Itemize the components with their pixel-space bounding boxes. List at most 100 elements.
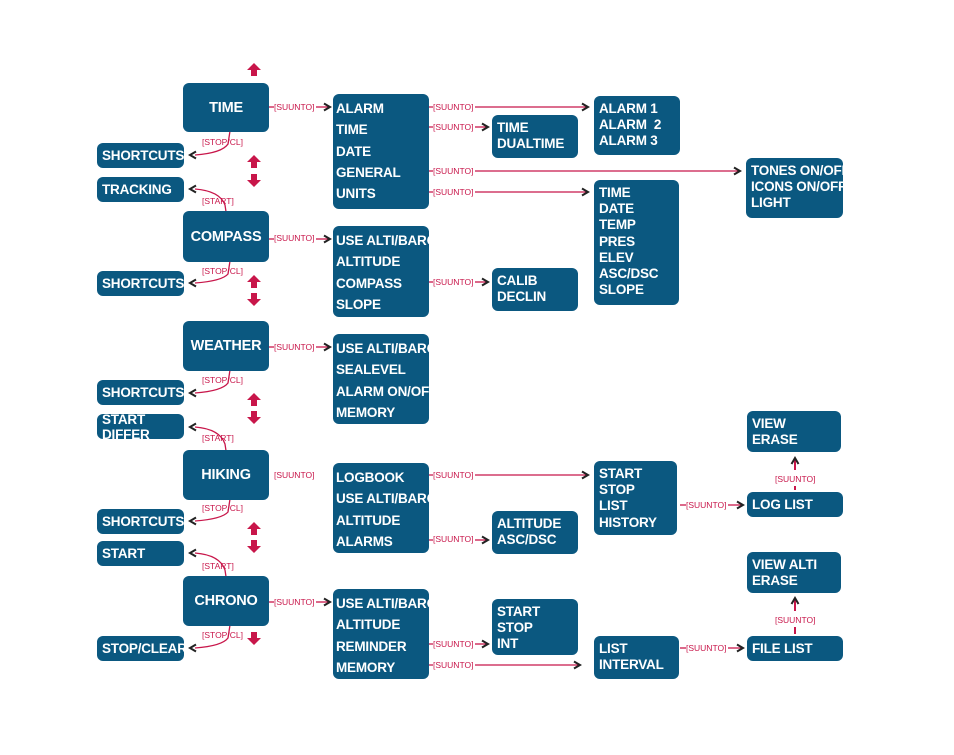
connector-label-suunto: [SUUNTO] bbox=[686, 500, 727, 510]
mode-compass[interactable]: COMPASS bbox=[183, 211, 269, 262]
submenu-item[interactable]: INTERVAL bbox=[599, 657, 679, 673]
submenu-general: TONES ON/OFF ICONS ON/OFF LIGHT bbox=[746, 158, 850, 218]
side-compass-shortcuts[interactable]: SHORTCUTS bbox=[97, 271, 184, 296]
connector-label-start: [START] bbox=[202, 561, 234, 571]
connector-label-suunto: [SUUNTO] bbox=[274, 342, 315, 352]
submenu-log-list[interactable]: LOG LIST bbox=[747, 492, 843, 517]
menu-item-logbook[interactable]: LOGBOOK bbox=[336, 467, 429, 488]
side-stop-clear[interactable]: STOP/CLEAR bbox=[97, 636, 187, 661]
submenu-item[interactable]: ASC/DSC bbox=[497, 532, 578, 548]
arrow-up-icon bbox=[247, 393, 261, 406]
side-tracking[interactable]: TRACKING bbox=[97, 177, 184, 202]
submenu-item[interactable]: LIGHT bbox=[751, 195, 843, 211]
submenu-item[interactable]: VIEW bbox=[752, 416, 841, 432]
submenu-file-list[interactable]: FILE LIST bbox=[747, 636, 843, 661]
submenu-item[interactable]: LIST bbox=[599, 498, 677, 514]
submenu-item[interactable]: STOP bbox=[599, 482, 677, 498]
connector-label-suunto: [SUUNTO] bbox=[775, 474, 816, 484]
menu-item-alarms[interactable]: ALARMS bbox=[336, 531, 429, 552]
side-label: SHORTCUTS bbox=[102, 148, 185, 163]
side-hiking-shortcuts[interactable]: SHORTCUTS bbox=[97, 509, 184, 534]
menu-item-use-alti-baro[interactable]: USE ALTI/BARO bbox=[336, 338, 437, 359]
connector-label-suunto: [SUUNTO] bbox=[433, 102, 474, 112]
submenu-item[interactable]: DUALTIME bbox=[497, 136, 578, 152]
connector-label-stop-cl: [STOP/CL] bbox=[202, 630, 243, 640]
submenu-item[interactable]: DATE bbox=[599, 201, 679, 217]
connector-label-suunto: [SUUNTO] bbox=[433, 470, 474, 480]
submenu-item[interactable]: ASC/DSC bbox=[599, 266, 679, 282]
submenu-item[interactable]: ALARM 2 bbox=[599, 117, 680, 133]
submenu-item[interactable]: DECLIN bbox=[497, 289, 578, 305]
arrow-down-icon bbox=[247, 293, 261, 306]
menu-item-altitude[interactable]: ALTITUDE bbox=[336, 251, 429, 272]
connector-label-stop-cl: [STOP/CL] bbox=[202, 375, 243, 385]
submenu-item[interactable]: ERASE bbox=[752, 432, 841, 448]
submenu-file-view: VIEW ALTI ERASE bbox=[747, 552, 841, 593]
submenu-item[interactable]: ALTITUDE bbox=[497, 516, 578, 532]
menu-item-use-alti-baro[interactable]: USE ALTI/BARO bbox=[336, 488, 437, 509]
mode-weather[interactable]: WEATHER bbox=[183, 321, 269, 371]
connector-label-suunto: [SUUNTO] bbox=[433, 277, 474, 287]
side-label: SHORTCUTS bbox=[102, 276, 185, 291]
submenu-item[interactable]: CALIB bbox=[497, 273, 578, 289]
submenu-item[interactable]: VIEW ALTI bbox=[752, 557, 841, 573]
menu-item-time[interactable]: TIME bbox=[336, 119, 429, 140]
menu-compass: USE ALTI/BARO ALTITUDE COMPASS SLOPE bbox=[333, 226, 437, 317]
menu-time: ALARM TIME DATE GENERAL UNITS bbox=[333, 94, 429, 209]
submenu-item[interactable]: START bbox=[497, 604, 578, 620]
connector-label-start: [START] bbox=[202, 196, 234, 206]
arrow-up-icon bbox=[247, 63, 261, 76]
menu-item-compass[interactable]: COMPASS bbox=[336, 273, 429, 294]
submenu-item[interactable]: LIST bbox=[599, 641, 679, 657]
arrow-down-icon bbox=[247, 540, 261, 553]
submenu-item: FILE LIST bbox=[752, 641, 813, 656]
submenu-item[interactable]: ICONS ON/OFF bbox=[751, 179, 846, 195]
side-label: TRACKING bbox=[102, 182, 172, 197]
menu-item-alarm[interactable]: ALARM bbox=[336, 98, 429, 119]
menu-hiking: LOGBOOK USE ALTI/BARO ALTITUDE ALARMS bbox=[333, 463, 437, 553]
connector-label-suunto: [SUUNTO] bbox=[274, 233, 315, 243]
menu-item-units[interactable]: UNITS bbox=[336, 183, 429, 204]
submenu-item[interactable]: STOP bbox=[497, 620, 578, 636]
mode-label: CHRONO bbox=[194, 593, 258, 609]
connector-label-suunto: [SUUNTO] bbox=[274, 102, 315, 112]
submenu-item[interactable]: ERASE bbox=[752, 573, 841, 589]
submenu-item[interactable]: TONES ON/OFF bbox=[751, 163, 850, 179]
submenu-item[interactable]: TIME bbox=[599, 185, 679, 201]
side-weather-shortcuts[interactable]: SHORTCUTS bbox=[97, 380, 184, 405]
connector-label-suunto: [SUUNTO] bbox=[433, 534, 474, 544]
submenu-memory: LIST INTERVAL bbox=[594, 636, 679, 679]
submenu-item[interactable]: ALARM 1 bbox=[599, 101, 680, 117]
submenu-item[interactable]: TIME bbox=[497, 120, 578, 136]
menu-item-alarm-on-off[interactable]: ALARM ON/OFF bbox=[336, 381, 437, 402]
submenu-item[interactable]: HISTORY bbox=[599, 515, 677, 531]
menu-item-use-alti-baro[interactable]: USE ALTI/BARO bbox=[336, 230, 437, 251]
menu-item-reminder[interactable]: REMINDER bbox=[336, 636, 429, 657]
menu-item-altitude[interactable]: ALTITUDE bbox=[336, 510, 429, 531]
submenu-item[interactable]: ELEV bbox=[599, 250, 679, 266]
menu-weather: USE ALTI/BARO SEALEVEL ALARM ON/OFF MEMO… bbox=[333, 334, 437, 424]
menu-item-use-alti-baro[interactable]: USE ALTI/BARO bbox=[336, 593, 437, 614]
mode-hiking[interactable]: HIKING bbox=[183, 450, 269, 500]
menu-item-memory[interactable]: MEMORY bbox=[336, 657, 429, 678]
mode-label: COMPASS bbox=[190, 228, 262, 245]
submenu-item[interactable]: INT bbox=[497, 636, 578, 652]
side-start[interactable]: START bbox=[97, 541, 184, 566]
menu-item-general[interactable]: GENERAL bbox=[336, 162, 429, 183]
side-time-shortcuts[interactable]: SHORTCUTS bbox=[97, 143, 184, 168]
menu-item-sealevel[interactable]: SEALEVEL bbox=[336, 359, 429, 380]
submenu-item[interactable]: SLOPE bbox=[599, 282, 679, 298]
mode-chrono[interactable]: CHRONO bbox=[183, 576, 269, 626]
connector-label-suunto: [SUUNTO] bbox=[274, 597, 315, 607]
submenu-item[interactable]: ALARM 3 bbox=[599, 133, 680, 149]
menu-item-memory[interactable]: MEMORY bbox=[336, 402, 429, 423]
mode-time[interactable]: TIME bbox=[183, 83, 269, 132]
menu-item-date[interactable]: DATE bbox=[336, 141, 429, 162]
mode-label: HIKING bbox=[201, 467, 251, 483]
side-start-differ[interactable]: START DIFFER bbox=[97, 412, 184, 442]
submenu-item[interactable]: TEMP bbox=[599, 217, 679, 233]
menu-item-altitude[interactable]: ALTITUDE bbox=[336, 614, 429, 635]
menu-item-slope[interactable]: SLOPE bbox=[336, 294, 429, 315]
submenu-item[interactable]: PRES bbox=[599, 234, 679, 250]
submenu-item[interactable]: START bbox=[599, 466, 677, 482]
